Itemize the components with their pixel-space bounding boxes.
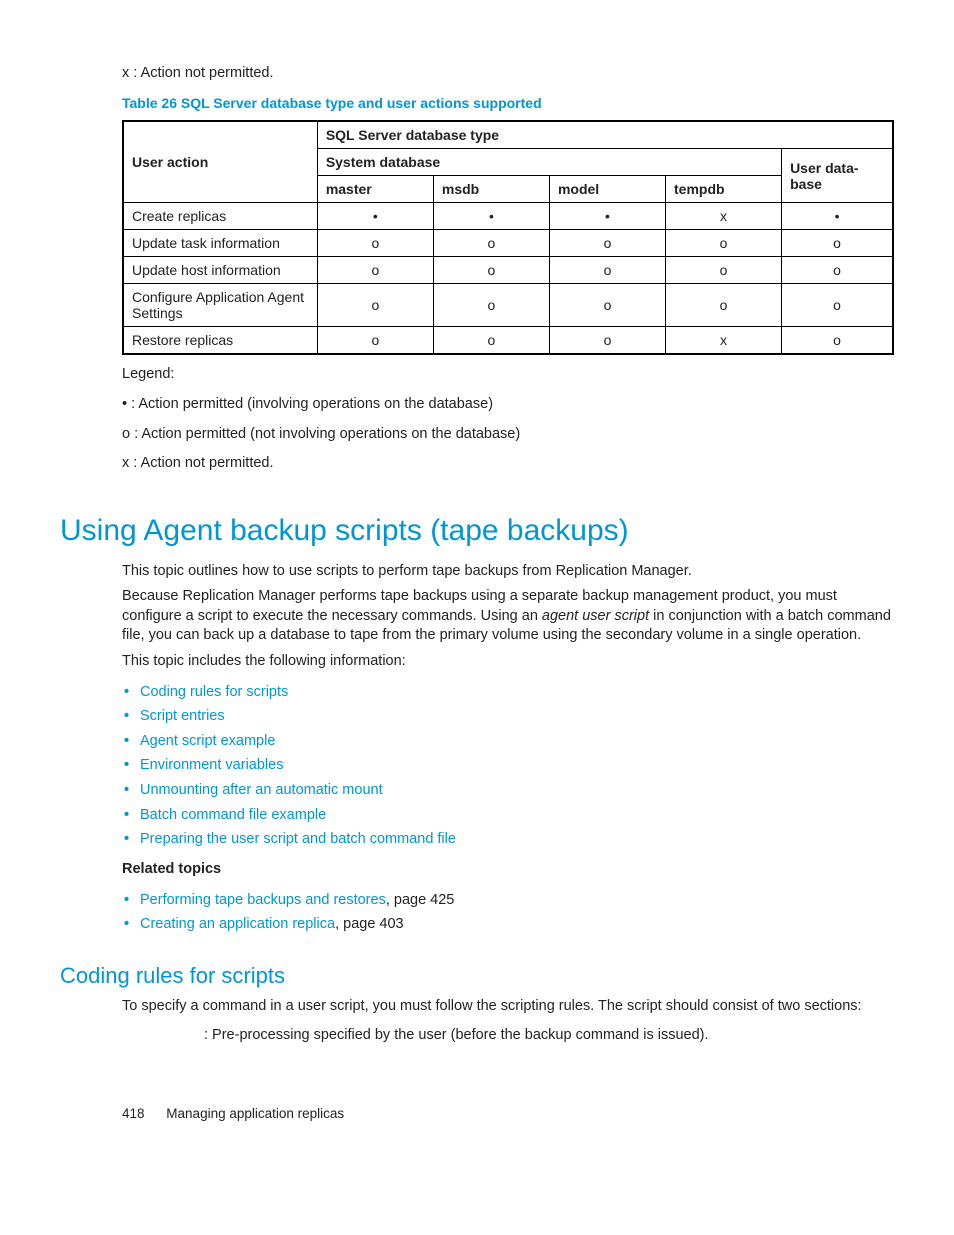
page-number: 418	[122, 1106, 145, 1121]
cell: o	[782, 327, 893, 355]
table-caption: Table 26 SQL Server database type and us…	[122, 94, 894, 113]
cell: o	[782, 284, 893, 327]
sql-server-db-type-table: User action SQL Server database type Sys…	[122, 120, 894, 355]
topic-link[interactable]: Script entries	[140, 708, 225, 724]
cell: o	[666, 284, 782, 327]
col-msdb: msdb	[433, 176, 549, 203]
table-row: Create replicas•••x•	[123, 203, 893, 230]
table-row: Configure Application Agent Settingsoooo…	[123, 284, 893, 327]
related-topics-heading: Related topics	[122, 860, 894, 880]
cell: o	[317, 284, 433, 327]
definition-pre-processing: : Pre-processing specified by the user (…	[204, 1026, 894, 1046]
cell: x	[666, 203, 782, 230]
cell: o	[317, 327, 433, 355]
list-item: Preparing the user script and batch comm…	[122, 827, 894, 852]
cell: o	[433, 284, 549, 327]
cell: o	[433, 230, 549, 257]
legend-item: o : Action permitted (not involving oper…	[122, 425, 894, 445]
related-suffix: , page 403	[335, 916, 404, 932]
page-footer: 418 Managing application replicas	[122, 1106, 894, 1121]
cell: •	[549, 203, 665, 230]
legend-item: x : Action not permitted.	[122, 454, 894, 474]
topic-link[interactable]: Batch command file example	[140, 807, 326, 823]
cell: o	[317, 230, 433, 257]
cell: o	[549, 257, 665, 284]
cell: •	[782, 203, 893, 230]
table-row: Update host informationooooo	[123, 257, 893, 284]
row-label: Create replicas	[123, 203, 317, 230]
cell: o	[782, 257, 893, 284]
footer-chapter-title: Managing application replicas	[166, 1106, 344, 1121]
heading-coding-rules-for-scripts: Coding rules for scripts	[60, 963, 894, 989]
cell: o	[666, 257, 782, 284]
note-action-not-permitted: x : Action not permitted.	[122, 64, 894, 84]
intro-paragraph-2: Because Replication Manager performs tap…	[122, 587, 894, 646]
topic-link[interactable]: Coding rules for scripts	[140, 684, 288, 700]
col-system-database: System database	[317, 149, 781, 176]
cell: o	[666, 230, 782, 257]
col-master: master	[317, 176, 433, 203]
cell: o	[317, 257, 433, 284]
cell: o	[433, 257, 549, 284]
list-item: Script entries	[122, 704, 894, 729]
coding-rules-paragraph: To specify a command in a user script, y…	[122, 997, 894, 1017]
list-item: Batch command file example	[122, 803, 894, 828]
topic-link[interactable]: Unmounting after an automatic mount	[140, 782, 383, 798]
col-tempdb: tempdb	[666, 176, 782, 203]
intro-paragraph-1: This topic outlines how to use scripts t…	[122, 562, 894, 582]
intro-paragraph-3: This topic includes the following inform…	[122, 652, 894, 672]
term-agent-user-script: agent user script	[542, 608, 649, 624]
cell: o	[549, 284, 665, 327]
list-item: Performing tape backups and restores, pa…	[122, 888, 894, 913]
row-label: Update host information	[123, 257, 317, 284]
topic-list: Coding rules for scripts Script entries Ag…	[122, 680, 894, 852]
related-link[interactable]: Creating an application replica	[140, 916, 335, 932]
related-topics-list: Performing tape backups and restores, pa…	[122, 888, 894, 937]
row-label: Update task information	[123, 230, 317, 257]
col-sql-type: SQL Server database type	[317, 121, 893, 149]
cell: x	[666, 327, 782, 355]
topic-link[interactable]: Environment variables	[140, 757, 283, 773]
heading-using-agent-backup-scripts: Using Agent backup scripts (tape backups…	[60, 514, 894, 548]
cell: o	[549, 327, 665, 355]
cell: •	[317, 203, 433, 230]
cell: o	[782, 230, 893, 257]
table-row: Restore replicasoooxo	[123, 327, 893, 355]
cell: o	[433, 327, 549, 355]
legend-title: Legend:	[122, 365, 894, 385]
legend-item: • : Action permitted (involving operatio…	[122, 395, 894, 415]
list-item: Environment variables	[122, 753, 894, 778]
cell: •	[433, 203, 549, 230]
list-item: Creating an application replica, page 40…	[122, 912, 894, 937]
topic-link[interactable]: Preparing the user script and batch comm…	[140, 831, 456, 847]
list-item: Coding rules for scripts	[122, 680, 894, 705]
col-model: model	[549, 176, 665, 203]
col-user-action: User action	[123, 121, 317, 203]
row-label: Configure Application Agent Settings	[123, 284, 317, 327]
table-row: Update task informationooooo	[123, 230, 893, 257]
related-suffix: , page 425	[386, 892, 455, 908]
list-item: Unmounting after an automatic mount	[122, 778, 894, 803]
topic-link[interactable]: Agent script example	[140, 733, 275, 749]
row-label: Restore replicas	[123, 327, 317, 355]
col-user-database: User data-base	[782, 149, 893, 203]
related-link[interactable]: Performing tape backups and restores	[140, 892, 386, 908]
cell: o	[549, 230, 665, 257]
list-item: Agent script example	[122, 729, 894, 754]
